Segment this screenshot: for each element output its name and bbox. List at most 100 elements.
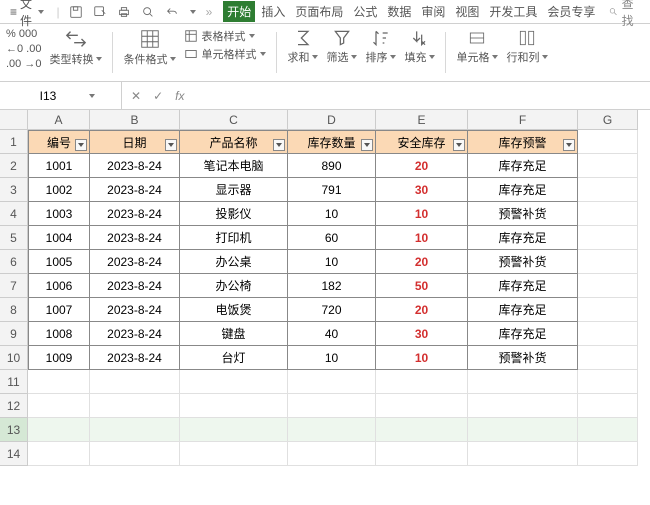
cell[interactable] — [376, 442, 468, 466]
cell[interactable] — [90, 442, 180, 466]
col-header-C[interactable]: C — [180, 110, 288, 130]
cell[interactable] — [90, 370, 180, 394]
cell[interactable] — [468, 370, 578, 394]
cell[interactable]: 1007 — [28, 298, 90, 322]
cell[interactable]: 2023-8-24 — [90, 202, 180, 226]
undo-dropdown[interactable] — [186, 10, 199, 14]
tab-数据[interactable]: 数据 — [383, 1, 415, 22]
cell[interactable] — [180, 394, 288, 418]
cell[interactable] — [28, 418, 90, 442]
sum-button[interactable]: 求和 — [287, 28, 318, 77]
cell[interactable] — [578, 322, 638, 346]
tab-开始[interactable]: 开始 — [223, 1, 255, 22]
cell[interactable]: 显示器 — [180, 178, 288, 202]
cell[interactable]: 投影仪 — [180, 202, 288, 226]
cell[interactable]: 日期 — [90, 130, 180, 154]
row-header[interactable]: 2 — [0, 154, 28, 178]
cell[interactable] — [28, 394, 90, 418]
cell[interactable] — [578, 202, 638, 226]
cell[interactable]: 库存充足 — [468, 178, 578, 202]
sort-button[interactable]: 排序 — [365, 28, 396, 77]
cell[interactable]: 2023-8-24 — [90, 250, 180, 274]
cell[interactable]: 10 — [288, 346, 376, 370]
cell[interactable]: 1008 — [28, 322, 90, 346]
cell[interactable]: 720 — [288, 298, 376, 322]
cell[interactable]: 安全库存 — [376, 130, 468, 154]
cell[interactable]: 30 — [376, 178, 468, 202]
print-icon[interactable] — [114, 5, 134, 19]
cell[interactable]: 40 — [288, 322, 376, 346]
cell[interactable]: 2023-8-24 — [90, 154, 180, 178]
cell[interactable]: 预警补货 — [468, 346, 578, 370]
cell[interactable]: 库存充足 — [468, 226, 578, 250]
cell[interactable]: 1004 — [28, 226, 90, 250]
filter-icon[interactable] — [273, 139, 285, 151]
save-as-icon[interactable] — [90, 5, 110, 19]
cell[interactable]: 60 — [288, 226, 376, 250]
cell[interactable]: 办公椅 — [180, 274, 288, 298]
cell[interactable]: 1002 — [28, 178, 90, 202]
cell[interactable]: 1005 — [28, 250, 90, 274]
tab-公式[interactable]: 公式 — [349, 1, 381, 22]
filter-icon[interactable] — [453, 139, 465, 151]
cell[interactable] — [578, 418, 638, 442]
col-header-E[interactable]: E — [376, 110, 468, 130]
tab-页面布局[interactable]: 页面布局 — [291, 1, 347, 22]
cell[interactable]: 890 — [288, 154, 376, 178]
cell[interactable]: 2023-8-24 — [90, 274, 180, 298]
filter-icon[interactable] — [75, 139, 87, 151]
more-icon[interactable]: » — [203, 5, 216, 19]
cell[interactable] — [180, 442, 288, 466]
cell[interactable]: 1003 — [28, 202, 90, 226]
print-preview-icon[interactable] — [138, 5, 158, 19]
cell-style-button[interactable]: 单元格样式 — [184, 46, 266, 62]
cell[interactable] — [288, 394, 376, 418]
tab-开发工具[interactable]: 开发工具 — [485, 1, 541, 22]
cell[interactable] — [28, 370, 90, 394]
cell[interactable] — [578, 226, 638, 250]
cell[interactable] — [180, 418, 288, 442]
cell[interactable]: 20 — [376, 250, 468, 274]
cell[interactable]: 键盘 — [180, 322, 288, 346]
cell[interactable] — [90, 418, 180, 442]
cell[interactable]: 182 — [288, 274, 376, 298]
cell[interactable]: 预警补货 — [468, 250, 578, 274]
name-box[interactable] — [0, 82, 122, 109]
cell[interactable]: 产品名称 — [180, 130, 288, 154]
cell[interactable] — [578, 178, 638, 202]
row-header[interactable]: 13 — [0, 418, 28, 442]
rowcol-button[interactable]: 行和列 — [506, 28, 548, 77]
cell[interactable]: 20 — [376, 298, 468, 322]
cell[interactable] — [578, 442, 638, 466]
table-style-button[interactable]: 表格样式 — [184, 28, 266, 44]
confirm-icon[interactable]: ✓ — [150, 89, 166, 103]
type-convert-button[interactable]: 类型转换 — [49, 28, 102, 77]
row-header[interactable]: 9 — [0, 322, 28, 346]
cell[interactable]: 10 — [288, 202, 376, 226]
col-header-G[interactable]: G — [578, 110, 638, 130]
cell[interactable] — [468, 418, 578, 442]
cell[interactable]: 2023-8-24 — [90, 346, 180, 370]
cells-area[interactable]: 编号日期产品名称库存数量安全库存库存预警10012023-8-24笔记本电脑89… — [28, 130, 650, 466]
cell[interactable] — [90, 394, 180, 418]
cell[interactable]: 库存充足 — [468, 322, 578, 346]
cell[interactable] — [288, 370, 376, 394]
cell[interactable] — [468, 394, 578, 418]
cell[interactable]: 2023-8-24 — [90, 226, 180, 250]
tab-插入[interactable]: 插入 — [257, 1, 289, 22]
cell[interactable]: 库存数量 — [288, 130, 376, 154]
cell[interactable] — [468, 442, 578, 466]
row-header[interactable]: 6 — [0, 250, 28, 274]
cell[interactable] — [578, 130, 638, 154]
cancel-icon[interactable]: ✕ — [128, 89, 144, 103]
cell[interactable] — [578, 346, 638, 370]
cell[interactable]: 2023-8-24 — [90, 322, 180, 346]
row-header[interactable]: 12 — [0, 394, 28, 418]
cell[interactable]: 1001 — [28, 154, 90, 178]
cell[interactable] — [288, 442, 376, 466]
cell[interactable] — [578, 274, 638, 298]
search-button[interactable]: 查找 — [603, 0, 646, 29]
formula-input[interactable] — [193, 89, 644, 103]
row-header[interactable]: 3 — [0, 178, 28, 202]
col-header-F[interactable]: F — [468, 110, 578, 130]
